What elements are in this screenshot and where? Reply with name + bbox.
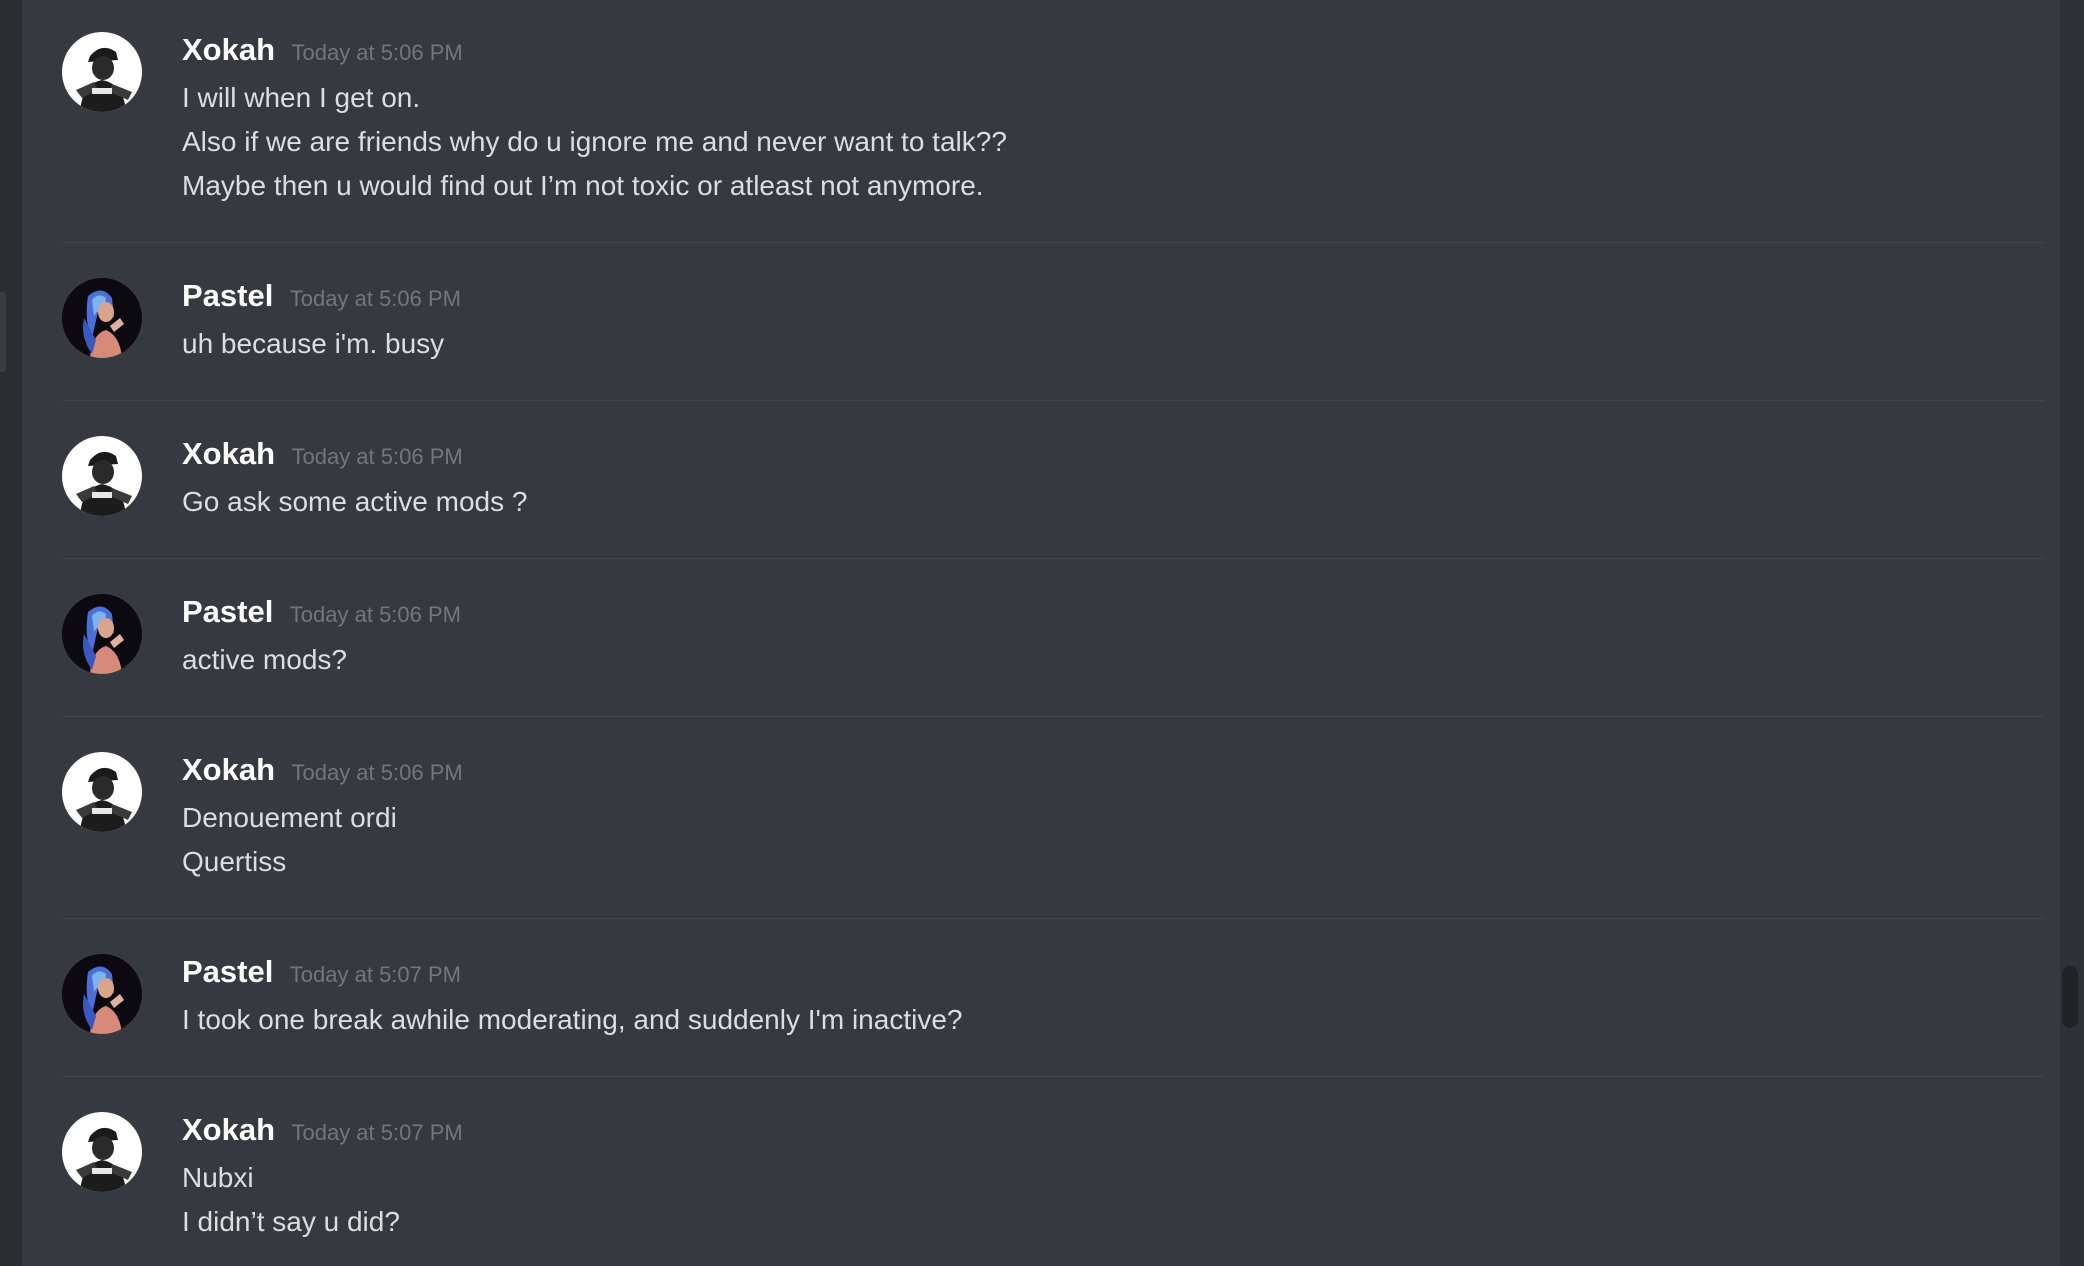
- message-divider: [62, 1076, 2044, 1077]
- message-line: uh because i'm. busy: [182, 328, 445, 359]
- message-content: I will when I get on. Also if we are fri…: [182, 76, 1007, 208]
- avatar-pastel-icon[interactable]: [62, 594, 142, 674]
- avatar-xokah-icon[interactable]: [62, 32, 142, 112]
- avatar-xokah-icon[interactable]: [62, 1112, 142, 1192]
- message-divider: [62, 918, 2044, 919]
- message-header: Pastel Today at 5:06 PM: [182, 594, 461, 634]
- message-header: Xokah Today at 5:06 PM: [182, 752, 463, 792]
- message-content: Denouement ordi Quertiss: [182, 796, 397, 884]
- scrollbar-track[interactable]: [2060, 0, 2084, 1266]
- message-line: Quertiss: [182, 846, 287, 877]
- message-header: Xokah Today at 5:06 PM: [182, 32, 463, 72]
- avatar-pastel-icon[interactable]: [62, 954, 142, 1034]
- message-line: Nubxi: [182, 1162, 254, 1193]
- timestamp: Today at 5:06 PM: [291, 40, 463, 65]
- timestamp: Today at 5:06 PM: [291, 760, 463, 785]
- message-content: Go ask some active mods ?: [182, 480, 527, 524]
- message-divider: [62, 558, 2044, 559]
- avatar-pastel-icon[interactable]: [62, 278, 142, 358]
- username[interactable]: Xokah: [182, 1112, 275, 1148]
- message-divider: [62, 400, 2044, 401]
- timestamp: Today at 5:06 PM: [289, 286, 462, 311]
- message-line: Maybe then u would find out I’m not toxi…: [182, 170, 984, 201]
- message-content: active mods?: [182, 638, 347, 682]
- message-line: Go ask some active mods ?: [182, 486, 528, 517]
- timestamp: Today at 5:06 PM: [291, 444, 463, 469]
- left-rail-indicator: [0, 292, 6, 372]
- message-line: I didn’t say u did?: [182, 1206, 400, 1237]
- message-header: Pastel Today at 5:06 PM: [182, 278, 461, 318]
- message-line: Denouement ordi: [182, 802, 397, 833]
- message-header: Xokah Today at 5:06 PM: [182, 436, 463, 476]
- message-content: I took one break awhile moderating, and …: [182, 998, 962, 1042]
- message-content: Nubxi I didn’t say u did?: [182, 1156, 400, 1244]
- message-content: uh because i'm. busy: [182, 322, 444, 366]
- username[interactable]: Xokah: [182, 32, 275, 68]
- scrollbar-thumb[interactable]: [2062, 966, 2078, 1028]
- message-divider: [62, 716, 2044, 717]
- message-header: Xokah Today at 5:07 PM: [182, 1112, 463, 1152]
- message-line: I will when I get on.: [182, 82, 421, 113]
- message-line: active mods?: [182, 644, 347, 675]
- message-divider: [62, 242, 2044, 243]
- timestamp: Today at 5:07 PM: [291, 1120, 463, 1145]
- username[interactable]: Pastel: [182, 954, 273, 990]
- chat-window: Xokah Today at 5:06 PM I will when I get…: [0, 0, 2084, 1266]
- username[interactable]: Pastel: [182, 594, 273, 630]
- message-list: Xokah Today at 5:06 PM I will when I get…: [22, 0, 2062, 1266]
- username[interactable]: Pastel: [182, 278, 273, 314]
- message-line: Also if we are friends why do u ignore m…: [182, 126, 1007, 157]
- avatar-xokah-icon[interactable]: [62, 752, 142, 832]
- username[interactable]: Xokah: [182, 436, 275, 472]
- avatar-xokah-icon[interactable]: [62, 436, 142, 516]
- message-line: I took one break awhile moderating, and …: [182, 1004, 963, 1035]
- username[interactable]: Xokah: [182, 752, 275, 788]
- left-rail: [0, 0, 22, 1266]
- timestamp: Today at 5:06 PM: [289, 602, 462, 627]
- message-header: Pastel Today at 5:07 PM: [182, 954, 461, 994]
- timestamp: Today at 5:07 PM: [289, 962, 462, 987]
